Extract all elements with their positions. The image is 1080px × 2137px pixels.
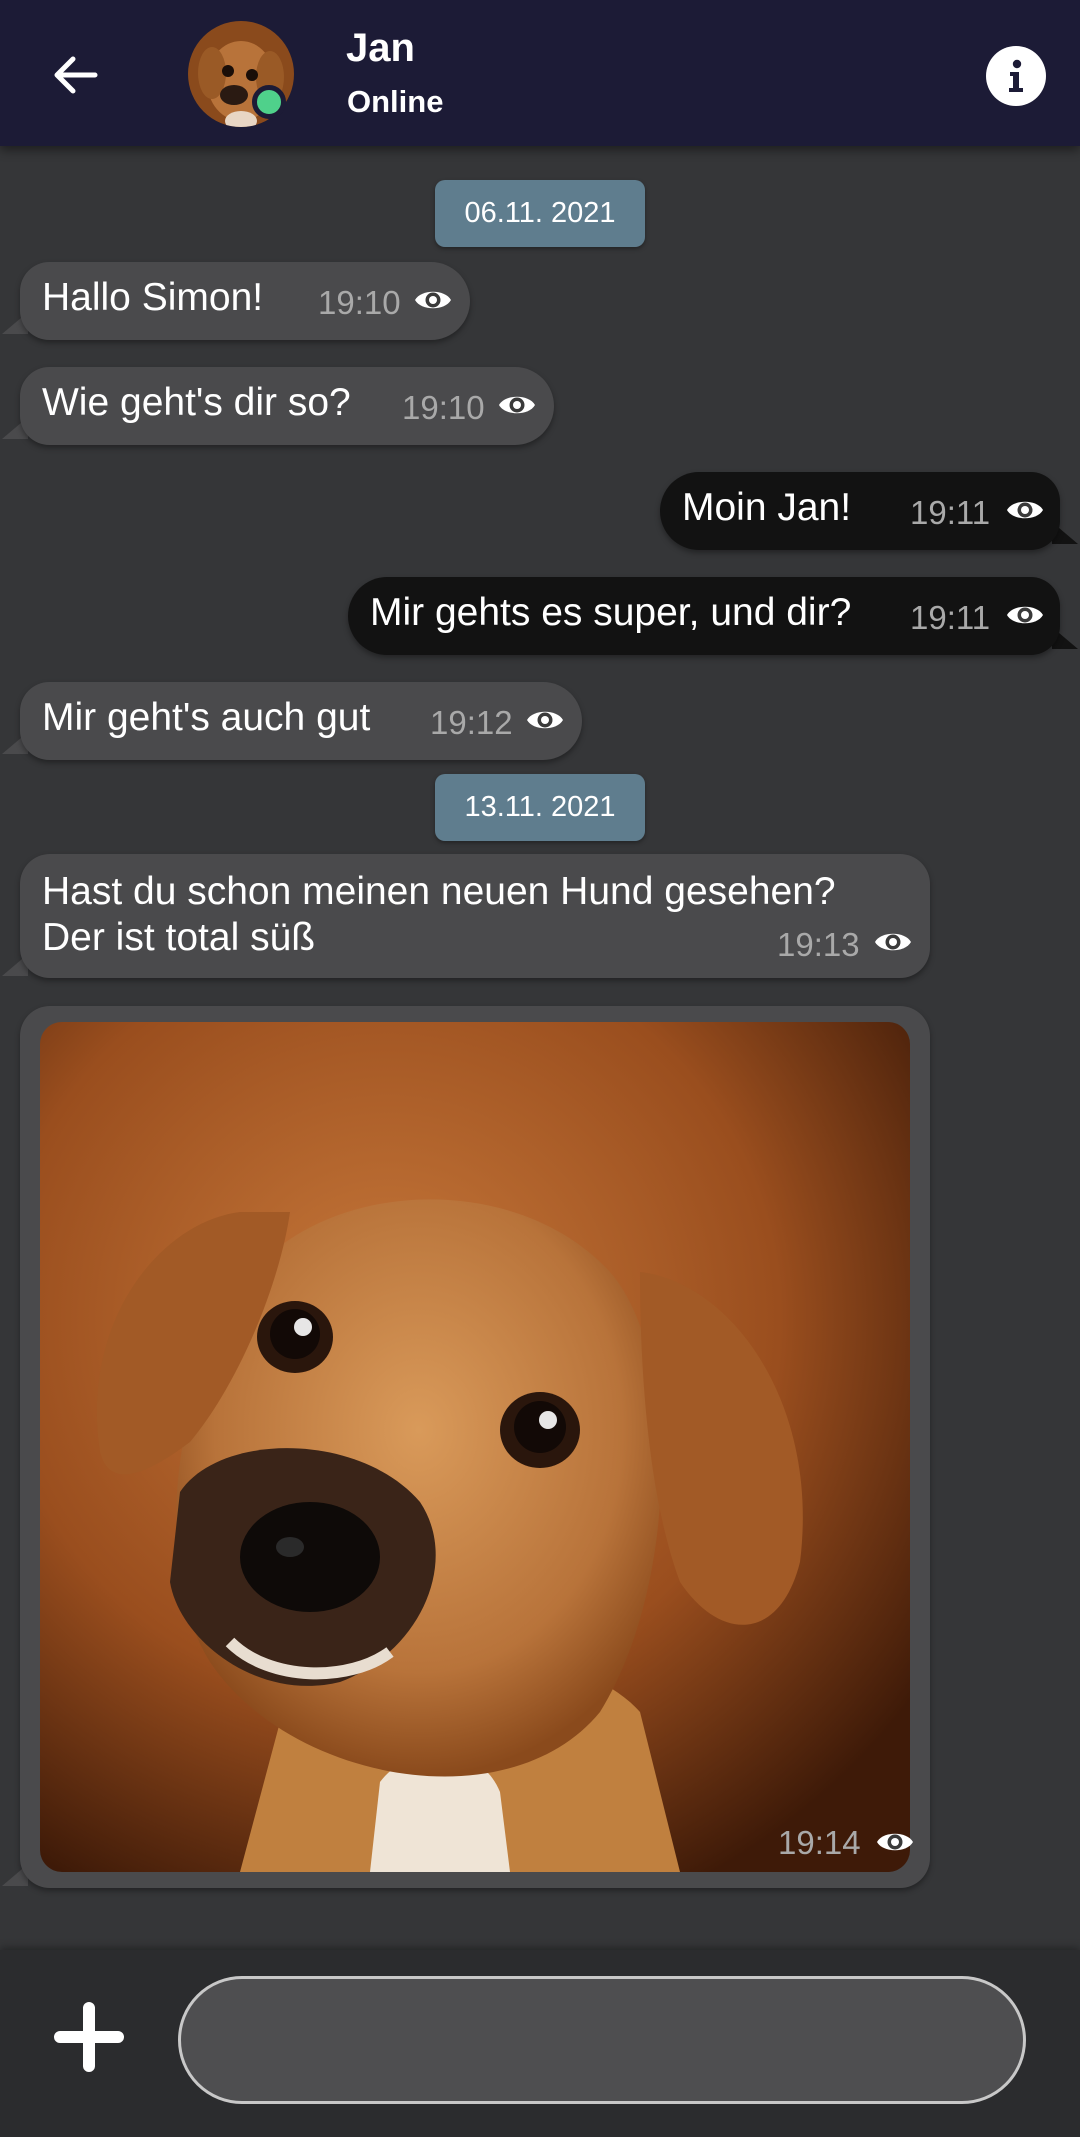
chat-header: Jan Online bbox=[0, 0, 1080, 146]
message-bubble-incoming[interactable]: Mir geht's auch gut 19:12 bbox=[20, 682, 582, 760]
info-icon bbox=[1009, 59, 1023, 92]
date-separator: 06.11. 2021 bbox=[435, 180, 645, 247]
message-text-line: Hast du schon meinen neuen Hund gesehen? bbox=[42, 870, 836, 913]
message-composer bbox=[0, 1950, 1080, 2137]
message-time: 19:14 bbox=[778, 1824, 861, 1861]
message-input[interactable] bbox=[178, 1976, 1026, 2104]
contact-status: Online bbox=[347, 84, 444, 119]
message-time: 19:11 bbox=[910, 494, 991, 531]
dog-photo[interactable] bbox=[40, 1022, 910, 1872]
plus-icon bbox=[54, 2002, 124, 2072]
eye-icon bbox=[498, 391, 536, 419]
online-status-dot bbox=[252, 85, 286, 119]
message-text-line: Der ist total süß bbox=[42, 916, 316, 959]
message-bubble-incoming[interactable]: Hallo Simon! 19:10 bbox=[20, 262, 470, 340]
message-bubble-outgoing[interactable]: Mir gehts es super, und dir? 19:11 bbox=[348, 577, 1060, 655]
back-button[interactable] bbox=[40, 40, 110, 110]
add-attachment-button[interactable] bbox=[52, 2000, 126, 2074]
message-text: Moin Jan! bbox=[682, 486, 852, 529]
eye-icon bbox=[526, 706, 564, 734]
contact-avatar[interactable] bbox=[188, 21, 294, 127]
contact-name[interactable]: Jan bbox=[346, 26, 415, 71]
message-bubble-incoming[interactable]: Hast du schon meinen neuen Hund gesehen?… bbox=[20, 854, 930, 978]
message-bubble-outgoing[interactable]: Moin Jan! 19:11 bbox=[660, 472, 1060, 550]
eye-icon bbox=[876, 1828, 914, 1856]
message-text: Mir gehts es super, und dir? bbox=[370, 591, 852, 634]
message-text: Hallo Simon! bbox=[42, 276, 264, 319]
message-text: Mir geht's auch gut bbox=[42, 696, 371, 739]
message-text: Wie geht's dir so? bbox=[42, 381, 351, 424]
eye-icon bbox=[1006, 496, 1044, 524]
eye-icon bbox=[414, 286, 452, 314]
message-bubble-incoming[interactable]: Wie geht's dir so? 19:10 bbox=[20, 367, 554, 445]
arrow-left-icon bbox=[54, 56, 98, 94]
message-time: 19:13 bbox=[777, 926, 860, 963]
message-time: 19:10 bbox=[402, 389, 485, 426]
eye-icon bbox=[874, 928, 912, 956]
date-separator: 13.11. 2021 bbox=[435, 774, 645, 841]
image-message-bubble[interactable]: 19:14 bbox=[20, 1006, 930, 1888]
eye-icon bbox=[1006, 601, 1044, 629]
message-time: 19:12 bbox=[430, 704, 513, 741]
info-button[interactable] bbox=[986, 46, 1046, 106]
message-time: 19:10 bbox=[318, 284, 401, 321]
message-time: 19:11 bbox=[910, 599, 991, 636]
